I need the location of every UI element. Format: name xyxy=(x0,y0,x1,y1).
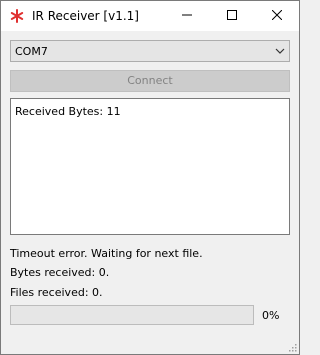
log-line: Received Bytes: 11 xyxy=(15,105,121,118)
com-port-value: COM7 xyxy=(15,45,48,58)
app-asterisk-icon xyxy=(10,9,24,23)
connect-button[interactable]: Connect xyxy=(10,70,290,92)
close-button[interactable] xyxy=(254,1,299,31)
received-log-textarea[interactable]: Received Bytes: 11 xyxy=(10,98,290,235)
resize-grip-icon[interactable] xyxy=(287,342,297,352)
close-icon xyxy=(271,9,282,23)
minimize-button[interactable] xyxy=(164,1,209,31)
title-bar[interactable]: IR Receiver [v1.1] xyxy=(1,1,299,31)
files-received-label: Files received: 0. xyxy=(10,286,103,299)
minimize-icon xyxy=(181,10,192,23)
bytes-received-label: Bytes received: 0. xyxy=(10,266,110,279)
status-message: Timeout error. Waiting for next file. xyxy=(10,247,203,260)
app-window: IR Receiver [v1.1] COM7 Connect Received… xyxy=(0,0,300,355)
progress-percent: 0% xyxy=(262,309,280,322)
com-port-select[interactable]: COM7 xyxy=(10,40,290,62)
maximize-icon xyxy=(226,9,237,23)
chevron-down-icon xyxy=(275,46,285,56)
maximize-button[interactable] xyxy=(209,1,254,31)
progress-bar xyxy=(10,305,254,325)
window-title: IR Receiver [v1.1] xyxy=(32,9,139,23)
